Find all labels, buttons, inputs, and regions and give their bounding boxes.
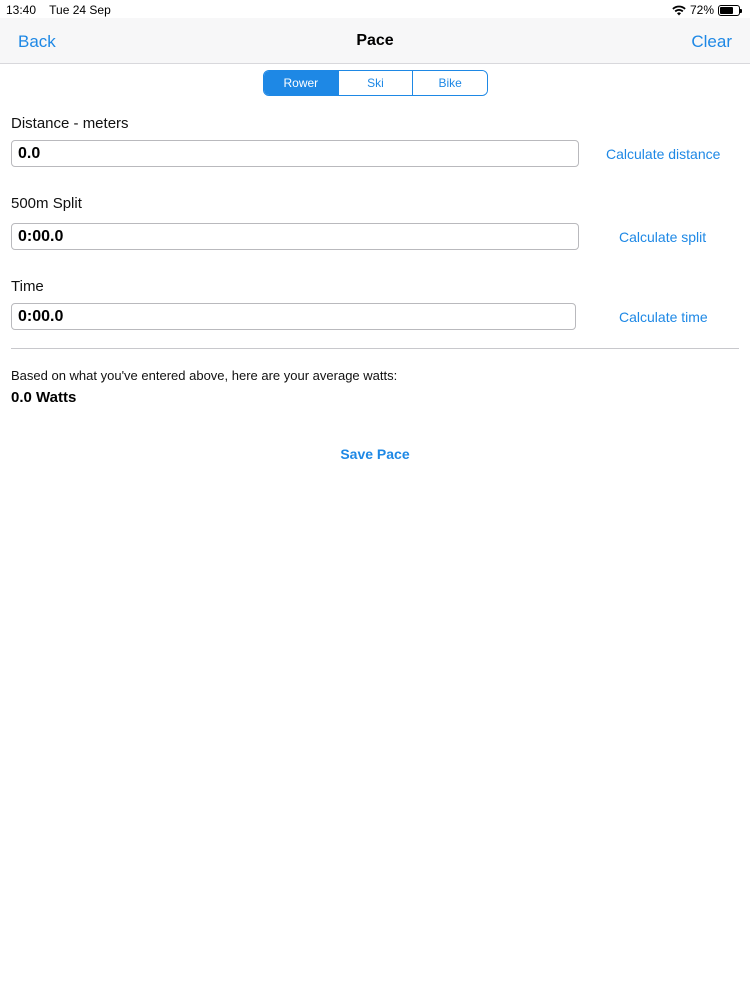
watts-caption: Based on what you've entered above, here… — [11, 368, 398, 383]
time-input[interactable] — [11, 303, 576, 330]
clear-button[interactable]: Clear — [691, 32, 732, 52]
split-input[interactable] — [11, 223, 579, 250]
battery-fill — [720, 6, 733, 14]
distance-label: Distance - meters — [11, 115, 129, 132]
navigation-bar: Back Pace Clear — [0, 18, 750, 64]
segment-ski[interactable]: Ski — [338, 71, 414, 95]
status-time: 13:40 — [6, 3, 37, 17]
page-title: Pace — [356, 32, 394, 49]
calculate-time-button[interactable]: Calculate time — [619, 309, 708, 325]
status-left: 13:40 Tue 24 Sep — [6, 3, 121, 17]
status-right: 72% — [672, 3, 742, 17]
status-date: Tue 24 Sep — [49, 3, 111, 17]
battery-percentage: 72% — [689, 3, 714, 17]
segment-bike[interactable]: Bike — [413, 71, 487, 95]
calculate-split-button[interactable]: Calculate split — [619, 229, 706, 245]
calculate-distance-button[interactable]: Calculate distance — [606, 146, 720, 162]
split-label: 500m Split — [11, 195, 82, 212]
status-bar: 13:40 Tue 24 Sep 72% — [0, 0, 750, 18]
section-divider — [11, 348, 739, 349]
save-pace-button[interactable]: Save Pace — [0, 446, 750, 462]
distance-input[interactable] — [11, 140, 579, 167]
wifi-icon — [672, 5, 686, 15]
segment-rower[interactable]: Rower — [264, 71, 339, 95]
time-label: Time — [11, 278, 44, 295]
battery-icon — [718, 4, 742, 16]
watts-value: 0.0 Watts — [11, 389, 77, 406]
machine-segmented-control: Rower Ski Bike — [263, 70, 488, 96]
